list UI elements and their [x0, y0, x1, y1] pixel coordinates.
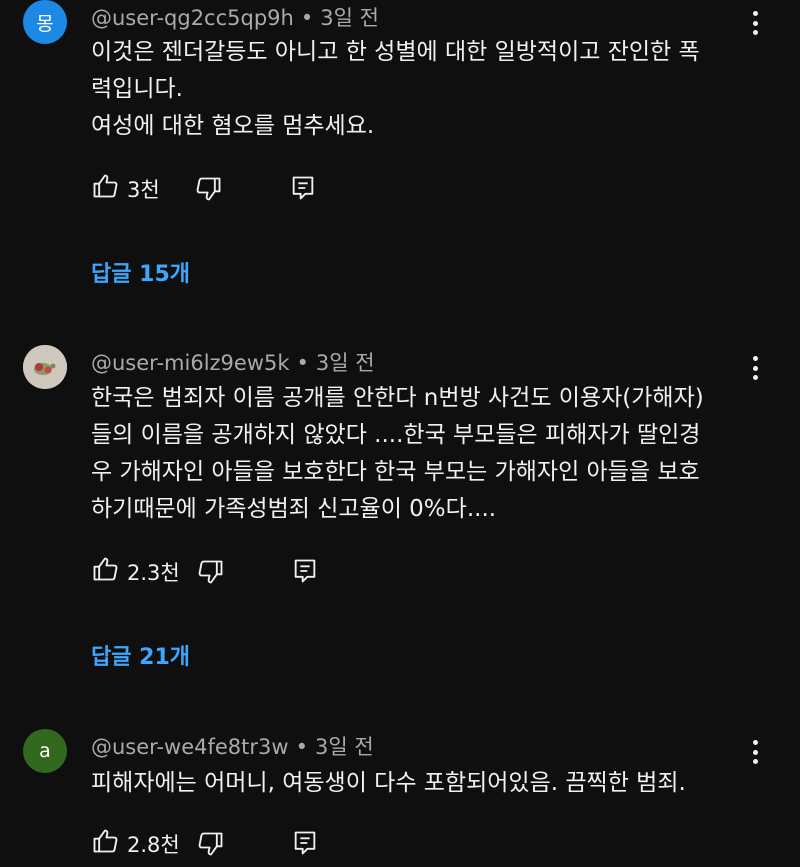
meta-separator: • [295, 735, 308, 759]
comment-text: 한국은 범죄자 이름 공개를 안한다 n번방 사건도 이용자(가해자) 들의 이… [91, 380, 751, 528]
comment-line: 피해자에는 어머니, 여동생이 다수 포함되어있음. 끔찍한 범죄. [91, 770, 686, 796]
comment-meta: @user-qg2cc5qp9h • 3일 전 [91, 2, 379, 32]
comment-text: 피해자에는 어머니, 여동생이 다수 포함되어있음. 끔찍한 범죄. [91, 765, 751, 802]
timestamp[interactable]: 3일 전 [316, 351, 375, 375]
reply-comment-icon[interactable] [291, 829, 319, 857]
comment-meta: @user-we4fe8tr3w • 3일 전 [91, 731, 374, 761]
avatar-image [23, 345, 67, 389]
comment-line: 우 가해자인 아들을 보호한다 한국 부모는 가해자인 아들을 보호 [91, 459, 700, 485]
like-count: 3천 [127, 178, 160, 202]
timestamp[interactable]: 3일 전 [320, 6, 379, 30]
thumbs-up-icon[interactable] [91, 827, 119, 855]
like-count: 2.3천 [127, 561, 180, 585]
thumbs-down-icon[interactable] [195, 175, 223, 203]
thumbs-up-icon[interactable] [91, 555, 119, 583]
timestamp[interactable]: 3일 전 [315, 735, 374, 759]
avatar[interactable] [23, 345, 67, 389]
comment-line: 여성에 대한 혐오를 멈추세요. [91, 113, 375, 139]
comment-meta: @user-mi6lz9ew5k • 3일 전 [91, 347, 375, 377]
comment-text: 이것은 젠더갈등도 아니고 한 성별에 대한 일방적이고 잔인한 폭 력입니다.… [91, 34, 751, 145]
like-count: 2.8천 [127, 833, 180, 857]
comment-line: 력입니다. [91, 76, 183, 102]
thumbs-down-icon[interactable] [197, 830, 225, 858]
reply-comment-icon[interactable] [289, 174, 317, 202]
comment-line: 하기때문에 가족성범죄 신고율이 0%다.... [91, 496, 497, 522]
avatar[interactable]: 몽 [23, 0, 67, 44]
comment-line: 들의 이름을 공개하지 않았다 ....한국 부모들은 피해자가 딸인경 [91, 422, 701, 448]
reply-comment-icon[interactable] [291, 557, 319, 585]
comment-actions: 2.8천 [0, 827, 800, 859]
thumbs-up-icon[interactable] [91, 172, 119, 200]
more-vertical-icon[interactable] [742, 353, 768, 383]
avatar-initial: a [39, 740, 51, 762]
replies-toggle[interactable]: 답글 15개 [91, 256, 190, 288]
thumbs-down-icon[interactable] [197, 558, 225, 586]
comment-actions: 2.3천 [0, 555, 800, 587]
avatar[interactable]: a [23, 729, 67, 773]
more-vertical-icon[interactable] [742, 737, 768, 767]
comment-line: 한국은 범죄자 이름 공개를 안한다 n번방 사건도 이용자(가해자) [91, 385, 704, 411]
meta-separator: • [296, 351, 309, 375]
meta-separator: • [300, 6, 314, 30]
replies-toggle[interactable]: 답글 21개 [91, 639, 190, 671]
comment-line: 이것은 젠더갈등도 아니고 한 성별에 대한 일방적이고 잔인한 폭 [91, 39, 700, 65]
username-link[interactable]: @user-qg2cc5qp9h [91, 6, 294, 30]
username-link[interactable]: @user-we4fe8tr3w [91, 735, 289, 759]
avatar-initial: 몽 [36, 12, 54, 35]
comment-actions: 3천 [0, 172, 800, 204]
username-link[interactable]: @user-mi6lz9ew5k [91, 351, 290, 375]
